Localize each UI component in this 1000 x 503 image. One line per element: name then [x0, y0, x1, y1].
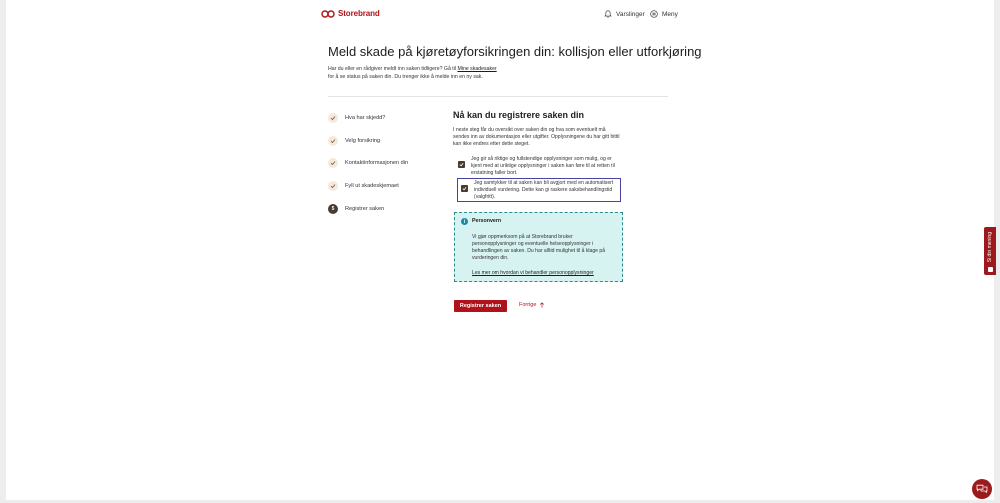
storebrand-logo-icon: [321, 9, 335, 18]
info-icon: i: [461, 218, 468, 225]
page-title: Meld skade på kjøretøyforsikringen din: …: [328, 44, 702, 59]
privacy-policy-link[interactable]: Les mer om hvordan vi behandler personop…: [472, 270, 594, 276]
notifications-label: Varslinger: [616, 10, 645, 18]
privacy-title: Personvern: [472, 218, 502, 224]
form-description: I neste steg får du oversikt over saken …: [453, 127, 620, 147]
notifications-button[interactable]: Varslinger: [604, 10, 645, 18]
privacy-notice: i Personvern Vi gjør oppmerksom på at St…: [454, 212, 623, 282]
automated-assessment-row[interactable]: Jeg samtykker til at saken kan bli avgjo…: [457, 178, 621, 203]
bell-icon: [604, 10, 612, 18]
intro-text-before: Har du eller en rådgiver meldt inn saken…: [328, 66, 458, 72]
checkmark-icon: [462, 186, 467, 191]
brand-name: Storebrand: [338, 9, 380, 18]
step-label: Hva har skjedd?: [345, 115, 386, 121]
step-done-circle: [328, 180, 338, 191]
chat-icon: [976, 484, 988, 494]
step-label: Fyll ut skadeskjemaet: [345, 182, 399, 189]
checkmark-icon: [330, 116, 336, 121]
page: Storebrand Varslinger Meny Meld skade på…: [6, 0, 994, 500]
feedback-label: Si din mening: [987, 232, 993, 263]
storebrand-logo[interactable]: Storebrand: [321, 9, 380, 18]
menu-button[interactable]: Meny: [650, 10, 678, 18]
accuracy-consent-label: Jeg gir så riktige og fullstendige opply…: [471, 156, 615, 176]
checkmark-icon: [330, 161, 336, 166]
step-register-case: 5 Registrer saken: [328, 203, 384, 215]
step-claim-form[interactable]: Fyll ut skadeskjemaet: [328, 180, 399, 192]
header: Storebrand Varslinger Meny: [6, 0, 994, 30]
step-choose-insurance[interactable]: Velg forsikring: [328, 135, 380, 147]
accuracy-consent-row[interactable]: Jeg gir så riktige og fullstendige opply…: [458, 156, 622, 176]
step-done-circle: [328, 113, 338, 123]
checkmark-icon: [330, 183, 336, 188]
my-claims-link[interactable]: Mine skadesaker: [457, 66, 496, 72]
divider: [328, 96, 668, 97]
automated-assessment-checkbox[interactable]: [461, 185, 468, 192]
form-title: Nå kan du registrere saken din: [453, 110, 585, 120]
accuracy-consent-checkbox[interactable]: [458, 161, 465, 168]
step-label: Kontaktinformasjonen din: [345, 160, 409, 166]
step-done-circle: [328, 158, 338, 168]
step-contact-info[interactable]: Kontaktinformasjonen din: [328, 157, 408, 169]
previous-button[interactable]: Forrige: [519, 302, 545, 308]
step-label: Registrer saken: [345, 205, 385, 212]
previous-label: Forrige: [519, 302, 537, 308]
chat-button[interactable]: [972, 479, 992, 499]
register-case-button[interactable]: Registrer saken: [454, 300, 507, 312]
step-what-happened[interactable]: Hva har skjedd?: [328, 112, 385, 124]
automated-assessment-label: Jeg samtykker til at saken kan bli avgjo…: [474, 180, 614, 200]
feedback-tab[interactable]: Si din mening: [984, 227, 996, 275]
arrow-up-icon: [540, 302, 545, 308]
step-current-circle: 5: [328, 203, 338, 214]
menu-icon: [650, 10, 658, 18]
step-done-circle: [328, 135, 338, 146]
intro-text-after: for å se status på saken din. Du trenger…: [328, 73, 483, 80]
menu-label: Meny: [662, 10, 678, 18]
feedback-icon: [987, 267, 993, 272]
intro-text: Har du eller en rådgiver meldt inn saken…: [328, 66, 500, 81]
checkmark-icon: [459, 162, 464, 167]
privacy-text: Vi gjør oppmerksom på at Storebrand bruk…: [472, 234, 606, 261]
step-label: Velg forsikring: [345, 137, 381, 144]
checkmark-icon: [330, 138, 336, 143]
